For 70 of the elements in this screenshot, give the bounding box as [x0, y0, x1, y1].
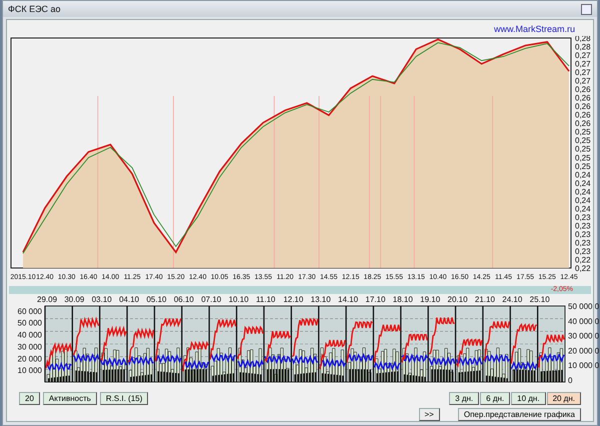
- date-label: 24.10: [502, 295, 522, 304]
- date-label: 11.10: [256, 295, 276, 304]
- period-button[interactable]: 20 дн.: [546, 392, 581, 405]
- axis-label: 50 000: [18, 318, 42, 328]
- axis-label: 50 000 0: [568, 302, 600, 311]
- axis-label: 40 000: [18, 330, 42, 340]
- indicator-button[interactable]: 20: [19, 392, 40, 405]
- axis-label: 0,26: [575, 85, 591, 94]
- axis-label: 0,26: [575, 94, 591, 103]
- axis-label: 0,26: [575, 110, 591, 120]
- mode-button[interactable]: Опер.представление графика: [458, 408, 581, 421]
- axis-label: 0,23: [575, 238, 591, 248]
- axis-label: 10 000: [18, 366, 42, 376]
- date-label: 05.10: [146, 295, 166, 304]
- axis-label: 0,24: [575, 196, 591, 205]
- axis-label: 0,25: [575, 144, 591, 154]
- axis-label: 0,23: [575, 246, 591, 256]
- axis-label: 0,24: [575, 187, 591, 196]
- axis-label: 0,25: [575, 128, 591, 137]
- axis-label: 0,27: [575, 51, 591, 60]
- date-label: 07.10: [201, 295, 222, 304]
- axis-label: 0,27: [575, 60, 591, 69]
- axis-label: 0,25: [575, 153, 591, 162]
- date-label: 20.10: [448, 295, 468, 304]
- axis-label: 0: [568, 376, 572, 385]
- axis-label: 0,23: [575, 230, 591, 239]
- date-label: 29.09: [37, 295, 58, 304]
- axis-label: 40 000 0: [568, 316, 600, 326]
- axis-label: 0,25: [575, 162, 591, 171]
- date-label: 06.10: [174, 295, 194, 304]
- axis-label: 0,26: [575, 119, 591, 128]
- indicator-button[interactable]: R.S.I. (15): [100, 392, 148, 405]
- scroll-button[interactable]: >>: [418, 408, 440, 421]
- date-label: 04.10: [119, 295, 140, 304]
- date-label: 14.10: [338, 295, 358, 304]
- date-label: 30.09: [64, 295, 84, 304]
- restore-icon[interactable]: [581, 4, 592, 14]
- axis-label: 0,24: [575, 170, 591, 180]
- axis-label: 0,27: [575, 76, 591, 86]
- axis-label: 0,23: [575, 221, 591, 230]
- axis-label: 0,22: [575, 255, 591, 264]
- axis-label: 20 000: [18, 354, 42, 364]
- period-button[interactable]: 6 дн.: [480, 392, 510, 405]
- date-label: 19.10: [420, 295, 440, 304]
- date-label: 25.10: [530, 295, 550, 304]
- axis-label: 0,23: [575, 212, 591, 222]
- site-link[interactable]: www.MarkStream.ru: [494, 24, 575, 36]
- axis-label: 30 000 0: [568, 332, 600, 341]
- axis-label: 10 000 0: [568, 361, 600, 370]
- date-label: 18.10: [392, 295, 413, 304]
- axis-label: 0,28: [575, 42, 591, 52]
- period-button[interactable]: 10 дн.: [511, 392, 546, 405]
- axis-label: 0,26: [575, 102, 591, 112]
- axis-label: 20 000 0: [568, 346, 600, 356]
- date-label: 13.10: [310, 295, 331, 304]
- axis-label: 0,25: [575, 136, 591, 146]
- date-label: 12.10: [283, 295, 304, 304]
- axis-label: 0,22: [575, 264, 591, 273]
- axis-label: 30 000: [18, 342, 42, 352]
- date-label: 17.10: [365, 295, 386, 304]
- window-title: ФСК ЕЭС ао: [8, 4, 61, 14]
- axis-label: 0,24: [575, 178, 591, 188]
- indicator-button[interactable]: Активность: [42, 392, 97, 405]
- date-label: 03.10: [92, 295, 112, 304]
- axis-label: 0,27: [575, 68, 591, 78]
- axis-label: 0,24: [575, 204, 591, 214]
- date-label: 21.10: [474, 295, 495, 304]
- axis-label: 60 000: [18, 306, 42, 316]
- date-label: 10.10: [228, 295, 249, 304]
- period-button[interactable]: 3 дн.: [449, 392, 480, 405]
